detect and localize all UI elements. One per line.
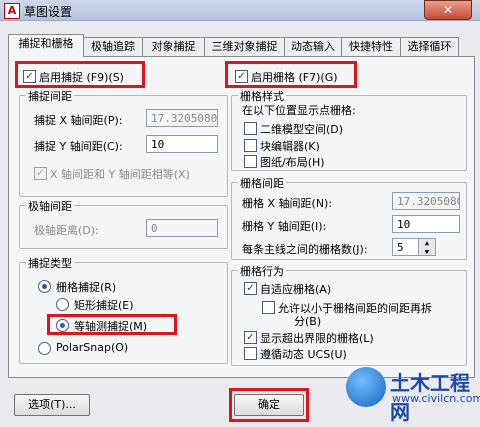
snap-type-group: 捕捉类型 栅格捕捉(R) 矩形捕捉(E) 等轴测捕捉(M) PolarSnap(…: [19, 255, 228, 364]
equal-spacing-label: X 轴间距和 Y 轴间距相等(X): [50, 168, 190, 181]
model-space-label: 二维模型空间(D): [260, 123, 344, 136]
window-title: 草图设置: [24, 5, 73, 19]
snap-type-title: 捕捉类型: [26, 255, 74, 271]
adaptive-grid-checkbox[interactable]: ✓: [244, 282, 257, 295]
polar-distance-input[interactable]: 0: [146, 219, 218, 237]
highlight-ok-button: [229, 388, 309, 422]
tab-snap-grid[interactable]: 捕捉和栅格: [8, 34, 84, 57]
grid-y-label: 栅格 Y 轴间距(I):: [242, 220, 327, 233]
polar-snap-radio[interactable]: [38, 342, 51, 355]
grid-x-spacing-input[interactable]: 17.3205080: [392, 192, 460, 210]
tab-object-snap[interactable]: 对象捕捉: [142, 37, 205, 56]
options-button[interactable]: 选项(T)...: [14, 394, 90, 416]
grid-style-description: 在以下位置显示点栅格:: [242, 104, 356, 117]
beyond-limits-checkbox[interactable]: ✓: [244, 331, 257, 344]
subdivide-label-line2: 分(B): [294, 315, 322, 328]
close-button[interactable]: ✕: [424, 0, 472, 20]
rectangular-snap-radio[interactable]: [56, 298, 69, 311]
grid-snap-label: 栅格捕捉(R): [56, 281, 117, 294]
grid-x-label: 栅格 X 轴间距(N):: [242, 197, 333, 210]
beyond-limits-label: 显示超出界限的栅格(L): [260, 332, 374, 345]
grid-snap-radio[interactable]: [38, 280, 51, 293]
major-line-value: 5: [397, 241, 404, 254]
watermark-url: www.civilcn.com: [392, 392, 480, 405]
rectangular-snap-label: 矩形捕捉(E): [74, 299, 134, 312]
follow-ucs-label: 遵循动态 UCS(U): [260, 348, 347, 361]
major-line-label: 每条主线之间的栅格数(J):: [242, 243, 368, 256]
tab-strip: 捕捉和栅格 极轴追踪 对象捕捉 三维对象捕捉 动态输入 快捷特性 选择循环: [8, 34, 476, 57]
grid-y-spacing-input[interactable]: 10: [392, 215, 460, 233]
polar-spacing-group: 极轴间距 极轴距离(D): 0: [19, 198, 228, 249]
sheet-layout-checkbox[interactable]: [244, 155, 257, 168]
autocad-app-icon: A: [4, 3, 20, 19]
snap-x-spacing-input[interactable]: 17.3205080: [146, 109, 218, 127]
polar-snap-label: PolarSnap(O): [56, 341, 129, 354]
follow-ucs-checkbox[interactable]: [244, 347, 257, 360]
snap-y-spacing-input[interactable]: 10: [146, 135, 218, 153]
model-space-checkbox[interactable]: [244, 122, 257, 135]
title-bar: A 草图设置 ✕: [0, 0, 480, 21]
tab-panel: ✓ 启用捕捉 (F9)(S) 捕捉间距 捕捉 X 轴间距(P): 17.3205…: [8, 56, 475, 378]
snap-spacing-title: 捕捉间距: [26, 88, 74, 104]
adaptive-grid-label: 自适应栅格(A): [260, 283, 332, 296]
polar-spacing-title: 极轴间距: [26, 198, 74, 214]
major-line-spinner[interactable]: 5 ▲ ▼: [392, 238, 436, 256]
polar-distance-label: 极轴距离(D):: [34, 224, 99, 237]
spinner-arrows-icon[interactable]: ▲ ▼: [418, 239, 435, 255]
snap-spacing-group: 捕捉间距 捕捉 X 轴间距(P): 17.3205080 捕捉 Y 轴间距(C)…: [19, 88, 228, 197]
highlight-isometric-snap: [47, 314, 177, 335]
sketch-settings-dialog: A 草图设置 ✕ 捕捉和栅格 极轴追踪 对象捕捉 三维对象捕捉 动态输入 快捷特…: [0, 0, 480, 427]
tab-quick-properties[interactable]: 快捷特性: [341, 37, 401, 56]
block-editor-checkbox[interactable]: [244, 139, 257, 152]
watermark-logo-icon: [346, 367, 386, 407]
snap-y-label: 捕捉 Y 轴间距(C):: [34, 140, 123, 153]
tab-dynamic-input[interactable]: 动态输入: [284, 37, 342, 56]
grid-spacing-title: 栅格间距: [238, 175, 286, 191]
tab-selection-cycling[interactable]: 选择循环: [400, 37, 459, 56]
snap-x-label: 捕捉 X 轴间距(P):: [34, 114, 123, 127]
grid-behavior-title: 栅格行为: [238, 263, 286, 279]
grid-style-group: 栅格样式 在以下位置显示点栅格: 二维模型空间(D) 块编辑器(K) 图纸/布局…: [231, 88, 467, 171]
grid-spacing-group: 栅格间距 栅格 X 轴间距(N): 17.3205080 栅格 Y 轴间距(I)…: [231, 175, 467, 260]
equal-spacing-checkbox[interactable]: ✓: [34, 167, 47, 180]
subdivide-checkbox[interactable]: [262, 301, 275, 314]
sheet-layout-label: 图纸/布局(H): [260, 156, 325, 169]
block-editor-label: 块编辑器(K): [260, 140, 320, 153]
highlight-enable-grid: [225, 61, 357, 88]
tab-3d-object-snap[interactable]: 三维对象捕捉: [204, 37, 285, 56]
grid-behavior-group: 栅格行为 ✓ 自适应栅格(A) 允许以小于栅格间距的间距再拆 分(B) ✓ 显示…: [231, 263, 467, 366]
tab-polar-tracking[interactable]: 极轴追踪: [83, 37, 143, 56]
highlight-enable-snap: [15, 61, 145, 88]
